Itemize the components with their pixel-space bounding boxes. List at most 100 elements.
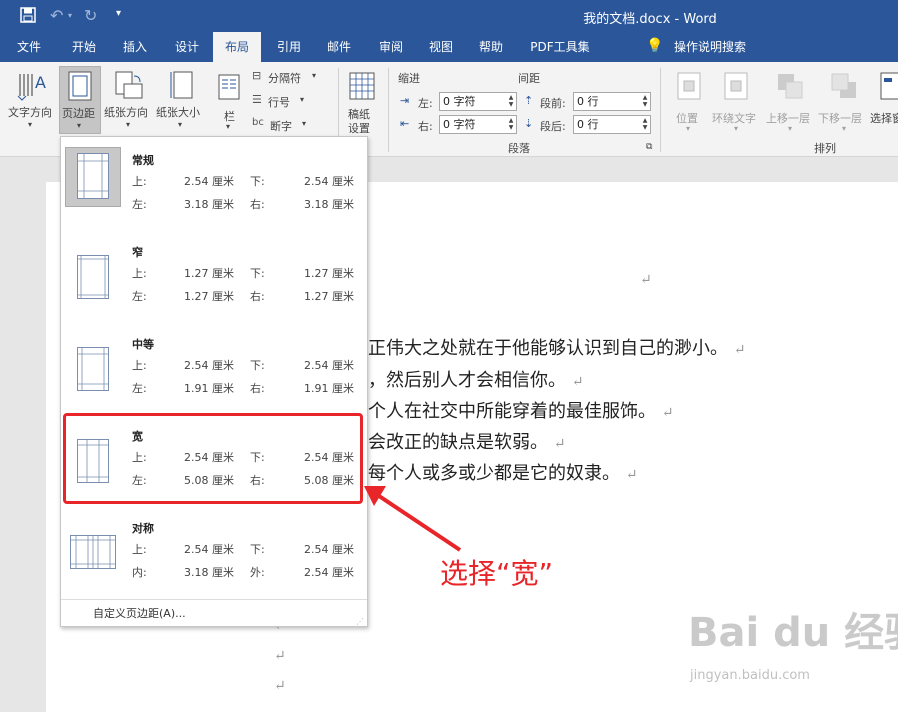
tab-insert[interactable]: 插入	[112, 32, 158, 62]
orientation-label: 纸张方向	[104, 106, 148, 119]
size-dropdown-icon: ▾	[178, 120, 183, 129]
selection-pane-button[interactable]: 选择窗	[870, 68, 898, 134]
redo-icon[interactable]: ↻	[84, 6, 97, 25]
indent-right-field[interactable]: 0 字符 ▲ ▼	[439, 115, 517, 134]
document-line: 会改正的缺点是软弱。 ↵	[368, 428, 565, 454]
mirrored-margin-preview-icon	[70, 535, 116, 569]
indent-left-spinner[interactable]: ▲ ▼	[507, 94, 515, 109]
paragraph-group-label: 段落	[508, 142, 530, 155]
arrange-group-label: 排列	[814, 142, 836, 155]
wrap-text-button[interactable]: 环绕文字 ▾	[710, 68, 762, 134]
window-title: 我的文档.docx - Word	[583, 12, 717, 27]
columns-dropdown-icon: ▾	[226, 122, 231, 131]
option-title: 中等	[132, 338, 154, 351]
draft-paper-label-2: 设置	[348, 122, 370, 135]
custom-margins-item[interactable]: 自定义页边距(A)...	[93, 605, 186, 621]
margin-option-normal[interactable]: 常规 上: 2.54 厘米 下: 2.54 厘米 左: 3.18 厘米 右: 3…	[62, 141, 366, 233]
position-button[interactable]: 位置 ▾	[672, 68, 706, 134]
margins-label: 页边距	[62, 107, 95, 120]
indent-right-label: 右:	[418, 120, 433, 133]
line-text: 会改正的缺点是软弱。	[368, 432, 548, 453]
paragraph-mark: ↵	[640, 272, 652, 288]
spacing-before-field[interactable]: 0 行 ▲ ▼	[573, 92, 651, 111]
margins-button[interactable]: 页边距 ▾	[59, 66, 101, 134]
draft-paper-icon	[349, 72, 375, 103]
size-label: 纸张大小	[156, 106, 200, 119]
tell-me-search[interactable]: 操作说明搜索	[670, 32, 750, 62]
line-numbers-button[interactable]: ☰ 行号 ▾	[252, 92, 332, 110]
hyphenation-button[interactable]: bc 断字 ▾	[252, 116, 332, 134]
margin-option-mirrored[interactable]: 对称 上: 2.54 厘米 下: 2.54 厘米 内: 3.18 厘米 外: 2…	[62, 509, 366, 601]
normal-margin-preview-icon	[77, 153, 109, 199]
option-title: 对称	[132, 522, 154, 535]
columns-button[interactable]: 栏 ▾	[214, 68, 244, 131]
tab-review[interactable]: 审阅	[368, 32, 414, 62]
undo-icon[interactable]: ↶	[50, 6, 63, 25]
line-numbers-label: 行号	[268, 96, 290, 109]
top-label: 上:	[132, 359, 147, 372]
line-numbers-dropdown-icon: ▾	[300, 95, 305, 104]
resize-grip-icon[interactable]: ⋰	[356, 617, 364, 626]
paragraph-dialog-launcher-icon[interactable]: ⧉	[646, 142, 652, 152]
margin-option-moderate[interactable]: 中等 上: 2.54 厘米 下: 2.54 厘米 左: 1.91 厘米 右: 1…	[62, 325, 366, 417]
spacing-after-icon: ⇣	[524, 117, 534, 130]
ribbon-divider	[660, 68, 661, 152]
bottom-value: 1.27 厘米	[304, 267, 354, 280]
save-icon[interactable]	[20, 7, 36, 23]
tab-pdf-tools[interactable]: PDF工具集	[522, 32, 598, 62]
indent-left-field[interactable]: 0 字符 ▲ ▼	[439, 92, 517, 111]
margin-option-narrow[interactable]: 窄 上: 1.27 厘米 下: 1.27 厘米 左: 1.27 厘米 右: 1.…	[62, 233, 366, 325]
indent-right-spinner[interactable]: ▲ ▼	[507, 117, 515, 132]
paper-size-icon	[170, 70, 196, 105]
wrap-text-icon	[724, 72, 748, 103]
position-icon	[677, 72, 701, 103]
paragraph-mark: ↵	[274, 678, 286, 694]
bottom-label: 下:	[250, 175, 265, 188]
lightbulb-icon: 💡	[646, 38, 664, 54]
bottom-value: 2.54 厘米	[304, 359, 354, 372]
spacing-before-spinner[interactable]: ▲ ▼	[641, 94, 649, 109]
hyphenation-dropdown-icon: ▾	[302, 119, 307, 128]
tab-design[interactable]: 设计	[164, 32, 210, 62]
bottom-value: 2.54 厘米	[304, 543, 354, 556]
document-line: ，然后别人才会相信你。 ↵	[368, 366, 583, 392]
paragraph-mark: ↵	[553, 436, 566, 452]
tab-layout[interactable]: 布局	[213, 32, 261, 62]
orientation-button[interactable]: 纸张方向 ▾	[104, 68, 154, 130]
tab-file[interactable]: 文件	[6, 32, 52, 62]
position-dropdown-icon: ▾	[686, 124, 691, 133]
right-value: 1.27 厘米	[304, 290, 354, 303]
send-backward-button[interactable]: 下移一层 ▾	[818, 68, 870, 134]
outside-value: 2.54 厘米	[304, 566, 354, 579]
callout-arrow-icon	[364, 486, 462, 552]
indent-right-value: 0 字符	[443, 118, 476, 131]
bring-forward-icon	[776, 72, 804, 103]
margins-icon	[68, 71, 92, 104]
left-label: 左:	[132, 290, 147, 303]
breaks-button[interactable]: ⊟ 分隔符 ▾	[252, 68, 332, 86]
tab-home[interactable]: 开始	[60, 32, 108, 62]
indent-section-label: 缩进	[398, 72, 420, 85]
tab-references[interactable]: 引用	[266, 32, 312, 62]
tab-mailings[interactable]: 邮件	[316, 32, 362, 62]
text-direction-button[interactable]: A 文字方向 ▾	[6, 68, 58, 129]
selection-pane-label: 选择窗	[870, 112, 898, 125]
spacing-after-spinner[interactable]: ▲ ▼	[641, 117, 649, 132]
left-label: 左:	[132, 198, 147, 211]
undo-dropdown-icon[interactable]: ▾	[68, 11, 72, 20]
draft-paper-button[interactable]: 稿纸 设置	[344, 68, 380, 135]
bring-forward-button[interactable]: 上移一层 ▾	[764, 68, 816, 134]
left-value: 1.27 厘米	[184, 290, 234, 303]
top-value: 1.27 厘米	[184, 267, 234, 280]
bottom-value: 2.54 厘米	[304, 175, 354, 188]
line-text: 正伟大之处就在于他能够认识到自己的渺小。	[368, 338, 728, 359]
tab-view[interactable]: 视图	[418, 32, 464, 62]
spacing-section-label: 间距	[518, 72, 540, 85]
spacing-after-field[interactable]: 0 行 ▲ ▼	[573, 115, 651, 134]
tab-help[interactable]: 帮助	[468, 32, 514, 62]
hyphenation-icon: bc	[252, 117, 264, 128]
bring-forward-dropdown-icon: ▾	[788, 124, 793, 133]
title-bar: ↶ ▾ ↻ ▾ 我的文档.docx - Word	[0, 0, 898, 32]
size-button[interactable]: 纸张大小 ▾	[156, 68, 208, 130]
customize-qat-icon[interactable]: ▾	[116, 8, 121, 19]
